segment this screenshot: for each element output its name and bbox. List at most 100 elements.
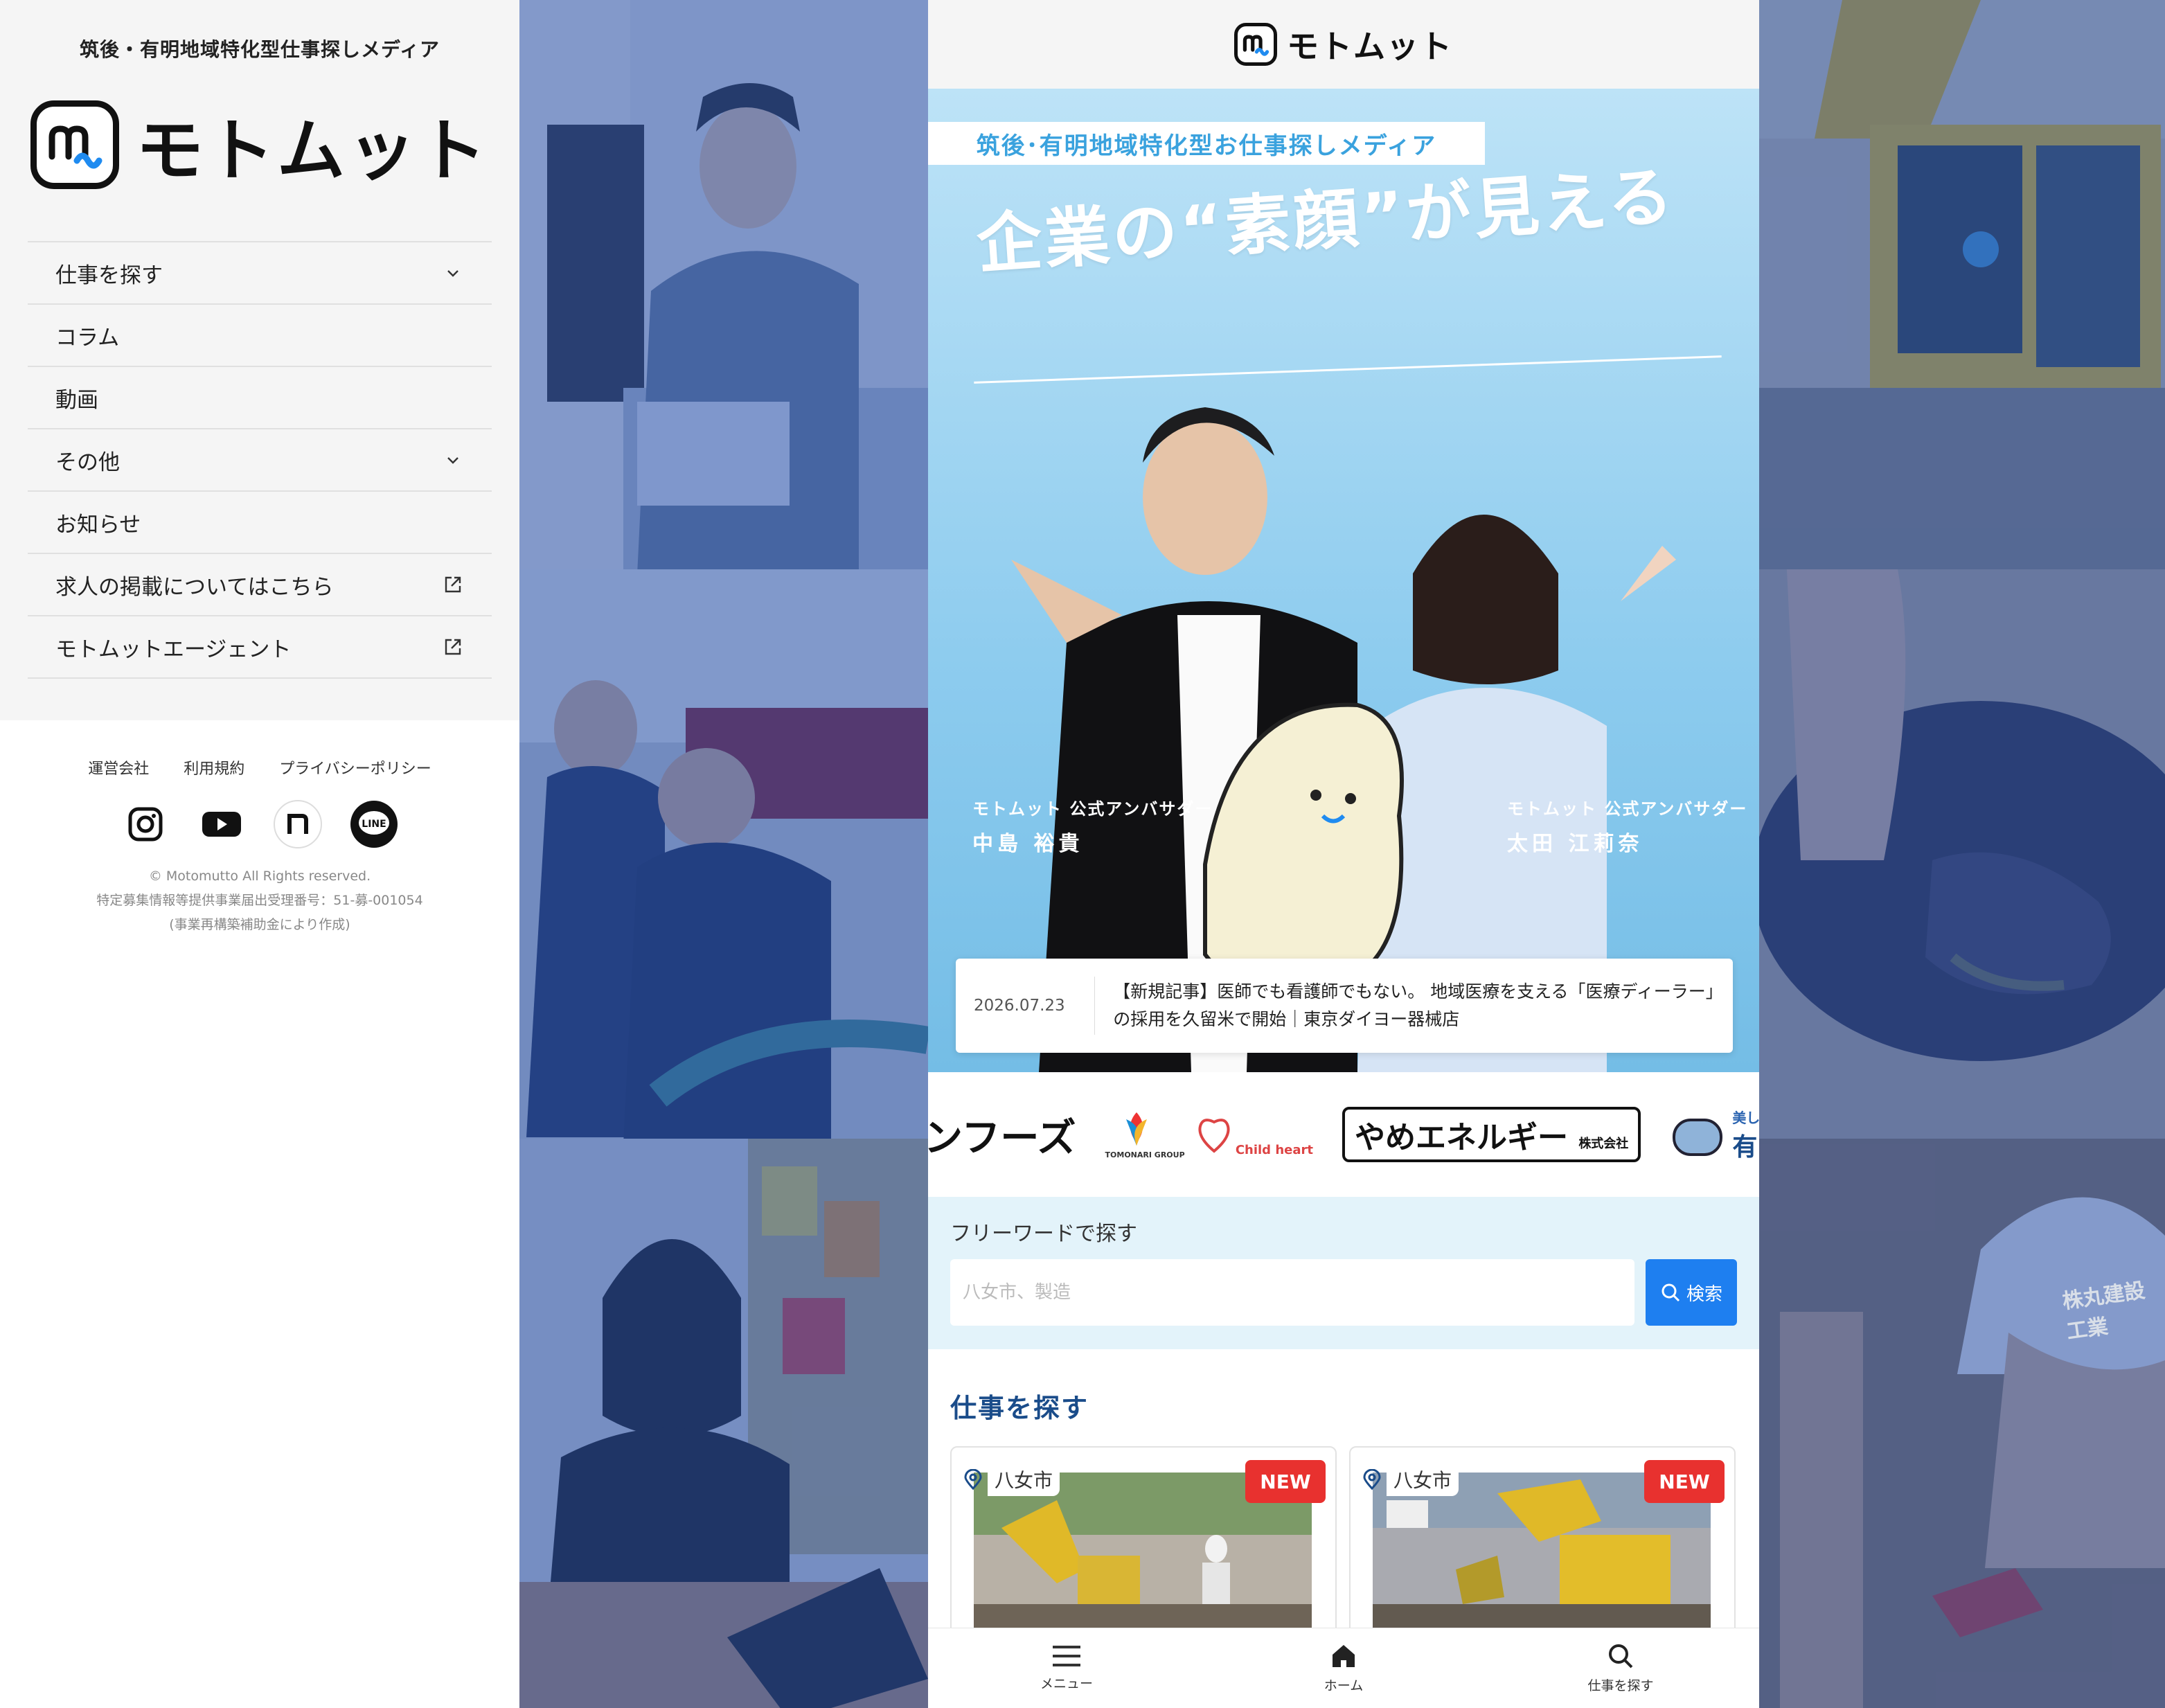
sidebar-top: 筑後・有明地域特化型仕事探しメディア モトムット 仕事を探す コラム 動画 その… <box>0 0 519 720</box>
line-icon[interactable]: LINE <box>349 799 399 849</box>
search-icon <box>1609 1644 1633 1669</box>
job-location: 八女市 <box>1363 1463 1459 1496</box>
menu-item-other[interactable]: その他 <box>28 429 492 492</box>
ambassador-left: モトムット 公式アンバサダー 中島 裕貴 <box>972 795 1213 857</box>
home-icon <box>1333 1645 1355 1667</box>
subsidy-note: (事業再構築補助金により作成) <box>169 917 350 932</box>
photo-tint <box>1759 569 2165 1139</box>
note-icon[interactable] <box>273 799 323 849</box>
sponsor-logo[interactable]: やめエネルギー 株式会社 <box>1342 1107 1641 1162</box>
ambassador-left-title: モトムット 公式アンバサダー <box>972 799 1213 819</box>
menu-item-job-posting[interactable]: 求人の掲載についてはこちら <box>28 554 492 616</box>
bottom-nav-label: ホーム <box>1324 1678 1364 1693</box>
menu-item-video[interactable]: 動画 <box>28 367 492 429</box>
ambassador-right-title: モトムット 公式アンバサダー <box>1507 799 1748 819</box>
menu-item-news[interactable]: お知らせ <box>28 492 492 554</box>
location-pin-icon <box>964 1469 982 1490</box>
sponsor-logo[interactable]: 美しい水を未来へ 有限会社 広川 <box>1670 1107 1759 1163</box>
external-link-icon <box>442 573 464 596</box>
new-badge: NEW <box>1644 1460 1725 1503</box>
sidebar-menu: 仕事を探す コラム 動画 その他 お知らせ 求人の掲載についてはこちら モトムッ… <box>28 241 492 679</box>
line-icon-label: LINE <box>362 819 386 830</box>
sponsor-logo-label: やめエネルギー <box>1354 1120 1568 1155</box>
search-input[interactable] <box>950 1259 1634 1326</box>
sponsor-logos: ンフーズ TOMONARI GROUP Child heart やめエネルギー … <box>928 1072 1759 1197</box>
bottom-nav-menu[interactable]: メニュー <box>997 1644 1136 1692</box>
news-title: 【新規記事】医師でも看護師でもない。 地域医療を支える「医療ディーラー」の採用を… <box>1113 981 1715 1029</box>
external-link-icon <box>442 636 464 658</box>
menu-item-label: 求人の掲載についてはこちら <box>55 574 334 600</box>
menu-item-label: その他 <box>55 450 120 475</box>
sponsor-logo-suffix: 株式会社 <box>1578 1137 1629 1151</box>
photo-tint <box>1759 1139 2165 1708</box>
menu-item-label: 動画 <box>55 387 98 413</box>
photo-tint <box>519 0 928 569</box>
bottom-nav-label: 仕事を探す <box>1587 1678 1654 1693</box>
job-location: 八女市 <box>964 1463 1060 1496</box>
job-location-label: 八女市 <box>1387 1463 1459 1496</box>
menu-item-find-job[interactable]: 仕事を探す <box>28 242 492 305</box>
jobs-section-title: 仕事を探す <box>950 1393 1089 1423</box>
chevron-down-icon <box>442 262 464 284</box>
photo-mud-hands <box>1759 569 2165 1139</box>
hero-banner[interactable]: 筑後･有明地域特化型お仕事探しメディア 企業の“素顔”が見える モトムット 公式… <box>928 89 1759 1072</box>
sponsor-logo[interactable]: ンフーズ <box>928 1107 1076 1163</box>
bottom-nav-search[interactable]: 仕事を探す <box>1551 1642 1690 1694</box>
youtube-icon[interactable] <box>197 799 247 849</box>
sponsor-logo-label: 有限会社 広川 <box>1732 1132 1759 1162</box>
menu-item-label: 仕事を探す <box>55 263 163 288</box>
news-date: 2026.07.23 <box>974 997 1065 1015</box>
bottom-nav-label: メニュー <box>1040 1676 1093 1691</box>
ambassador-left-name: 中島 裕貴 <box>972 832 1084 856</box>
menu-item-agent[interactable]: モトムットエージェント <box>28 616 492 679</box>
sponsor-logo-label: TOMONARI GROUP <box>1105 1150 1185 1159</box>
sponsor-logo[interactable]: Child heart <box>1197 1112 1313 1157</box>
phone-header: モトムット <box>928 0 1759 89</box>
sponsor-logo-label: 美しい水を未来へ <box>1732 1109 1759 1126</box>
photo-excavator <box>1759 0 2165 569</box>
photo-workers <box>519 569 928 1139</box>
job-card[interactable]: 八女市 NEW <box>950 1446 1337 1647</box>
logo-text: モトムット <box>135 112 489 190</box>
logo-mark-icon[interactable] <box>1234 23 1277 66</box>
news-divider <box>1094 977 1096 1035</box>
photo-office-man <box>519 0 928 569</box>
search-section: フリーワードで探す 検索 <box>928 1197 1759 1349</box>
legal-info: © Motomutto All Rights reserved. 特定募集情報等… <box>0 864 519 937</box>
footer-link-privacy[interactable]: プライバシーポリシー <box>279 756 431 779</box>
license-number: 特定募集情報等提供事業届出受理番号：51-募-001054 <box>96 893 423 908</box>
bottom-nav-home[interactable]: ホーム <box>1274 1642 1413 1694</box>
sponsor-logo[interactable]: TOMONARI GROUP <box>1105 1110 1185 1159</box>
news-ticker[interactable]: 2026.07.23 【新規記事】医師でも看護師でもない。 地域医療を支える「医… <box>956 959 1733 1053</box>
job-card[interactable]: 八女市 NEW <box>1349 1446 1736 1647</box>
location-pin-icon <box>1363 1469 1381 1490</box>
search-label: フリーワードで探す <box>950 1222 1137 1246</box>
footer-link-terms[interactable]: 利用規約 <box>184 756 244 779</box>
photo-tint <box>519 1139 928 1708</box>
job-location-label: 八女市 <box>988 1463 1060 1496</box>
logo-mark-icon <box>30 100 119 189</box>
search-row: 検索 <box>950 1259 1737 1326</box>
tagline: 筑後・有明地域特化型仕事探しメディア <box>79 38 440 61</box>
instagram-icon[interactable] <box>121 799 170 849</box>
menu-icon <box>1053 1646 1080 1666</box>
photo-tint <box>1759 0 2165 569</box>
ambassador-right-name: 太田 江莉奈 <box>1507 832 1643 856</box>
menu-item-label: モトムットエージェント <box>55 637 292 662</box>
sidebar-logo[interactable]: モトムット <box>0 96 519 194</box>
menu-item-label: お知らせ <box>55 512 141 537</box>
search-button-label: 検索 <box>1686 1283 1722 1305</box>
chevron-down-icon <box>442 449 464 471</box>
footer-link-company[interactable]: 運営会社 <box>88 756 149 779</box>
sidebar: 筑後・有明地域特化型仕事探しメディア モトムット 仕事を探す コラム 動画 その… <box>0 0 519 1708</box>
search-button[interactable]: 検索 <box>1646 1259 1737 1326</box>
bottom-nav: メニュー ホーム 仕事を探す <box>928 1628 1759 1708</box>
phone-logo-text[interactable]: モトムット <box>1287 21 1453 67</box>
sponsor-logo-label: Child heart <box>1235 1142 1313 1157</box>
hero-headline: 企業の“素顔”が見える <box>974 159 1678 283</box>
menu-item-column[interactable]: コラム <box>28 305 492 367</box>
photo-woman-laptop <box>519 1139 928 1708</box>
photo-tint <box>519 569 928 1139</box>
footer-links: 運営会社 利用規約 プライバシーポリシー <box>0 756 519 779</box>
menu-item-label: コラム <box>55 325 120 350</box>
